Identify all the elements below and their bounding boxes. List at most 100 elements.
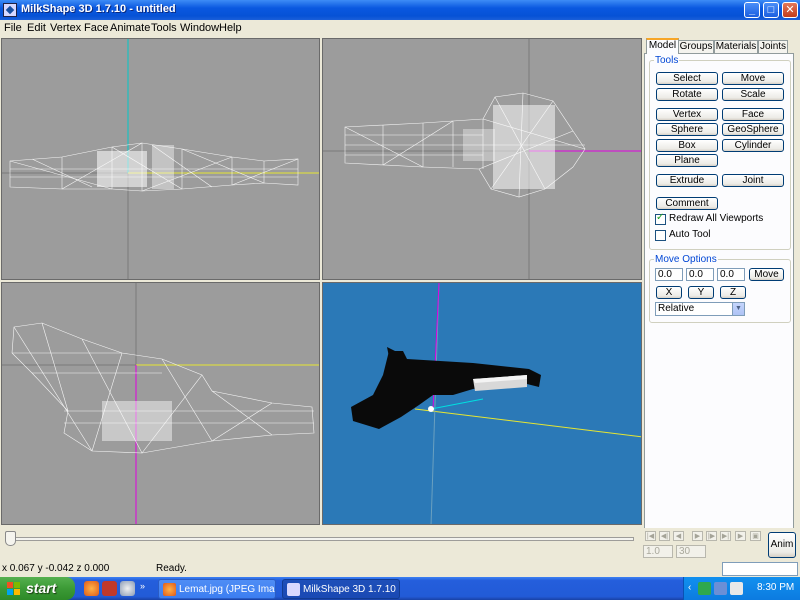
joint-button[interactable]: Joint bbox=[722, 174, 784, 187]
firefox-icon bbox=[163, 583, 176, 596]
front-view-wireframe bbox=[2, 39, 319, 279]
move-mode-value: Relative bbox=[658, 303, 695, 314]
quicklaunch-overflow-icon[interactable]: » bbox=[140, 581, 145, 591]
start-button[interactable]: start bbox=[0, 577, 75, 600]
move-x-field[interactable]: 0.0 bbox=[655, 268, 683, 281]
system-tray: ‹ 8:30 PM bbox=[683, 577, 800, 600]
viewport-top[interactable] bbox=[322, 38, 642, 280]
sphere-button[interactable]: Sphere bbox=[656, 123, 718, 136]
tab-model[interactable]: Model bbox=[646, 38, 679, 54]
window-title: MilkShape 3D 1.7.10 - untitled bbox=[21, 3, 176, 15]
prev-key-icon[interactable]: ◀| bbox=[659, 531, 670, 541]
vertex-button[interactable]: Vertex bbox=[656, 108, 718, 121]
auto-tool-label: Auto Tool bbox=[669, 229, 711, 240]
move-options-label: Move Options bbox=[654, 254, 718, 265]
frame-slider-track[interactable] bbox=[6, 537, 634, 541]
tab-joints[interactable]: Joints bbox=[758, 40, 788, 54]
top-view-wireframe bbox=[323, 39, 641, 279]
auto-tool-checkbox[interactable] bbox=[655, 230, 666, 241]
model-tab-body: Tools Select Move Rotate Scale Vertex Fa… bbox=[644, 53, 794, 543]
scale-button[interactable]: Scale bbox=[722, 88, 784, 101]
loop-icon[interactable]: ▣ bbox=[750, 531, 761, 541]
title-bar[interactable]: MilkShape 3D 1.7.10 - untitled _ □ ✕ bbox=[0, 0, 800, 20]
status-input-box[interactable] bbox=[722, 562, 798, 576]
viewport-side[interactable] bbox=[1, 282, 320, 525]
tools-group-label: Tools bbox=[654, 55, 680, 66]
frame-end-field[interactable]: 30 bbox=[676, 545, 706, 558]
volume-icon[interactable] bbox=[730, 582, 743, 595]
tray-icon-1[interactable] bbox=[698, 582, 711, 595]
clock[interactable]: 8:30 PM bbox=[757, 582, 794, 593]
menu-tools[interactable]: Tools bbox=[151, 22, 177, 34]
select-button[interactable]: Select bbox=[656, 72, 718, 85]
chevron-down-icon[interactable]: ▼ bbox=[732, 303, 744, 315]
cursor-coordinates: x 0.067 y -0.042 z 0.000 bbox=[2, 563, 110, 574]
move-z-field[interactable]: 0.0 bbox=[717, 268, 745, 281]
menu-animate[interactable]: Animate bbox=[110, 22, 150, 34]
face-button[interactable]: Face bbox=[722, 108, 784, 121]
menu-vertex[interactable]: Vertex bbox=[50, 22, 81, 34]
maximize-button[interactable]: □ bbox=[763, 2, 779, 18]
redraw-all-viewports-label: Redraw All Viewports bbox=[669, 213, 764, 224]
desktop: MilkShape 3D 1.7.10 - untitled _ □ ✕ Fil… bbox=[0, 0, 800, 600]
next-frame-icon[interactable]: ▶ bbox=[692, 531, 703, 541]
tray-expand-icon[interactable]: ‹ bbox=[688, 582, 691, 593]
prev-frame-icon[interactable]: ◀ bbox=[673, 531, 684, 541]
panel-tabs: Model Groups Materials Joints bbox=[644, 38, 798, 54]
media-quicklaunch-icon[interactable] bbox=[120, 581, 135, 596]
comment-button[interactable]: Comment bbox=[656, 197, 718, 210]
tab-materials[interactable]: Materials bbox=[714, 40, 758, 54]
viewport-front[interactable] bbox=[1, 38, 320, 280]
windows-flag-icon bbox=[7, 582, 20, 595]
plane-button[interactable]: Plane bbox=[656, 154, 718, 167]
status-bar: x 0.067 y -0.042 z 0.000 Ready. bbox=[0, 562, 800, 577]
move-apply-button[interactable]: Move bbox=[749, 268, 784, 281]
tray-icon-2[interactable] bbox=[714, 582, 727, 595]
app-quicklaunch-icon[interactable] bbox=[102, 581, 117, 596]
extrude-button[interactable]: Extrude bbox=[656, 174, 718, 187]
menu-window[interactable]: Window bbox=[180, 22, 219, 34]
animation-timeline: |◀ ◀| ◀ ▶ |▶ ▶| ▶ ▣ 1.0 30 Anim bbox=[0, 528, 800, 562]
last-frame-icon[interactable]: ▶| bbox=[720, 531, 731, 541]
frame-start-field[interactable]: 1.0 bbox=[643, 545, 673, 558]
status-message: Ready. bbox=[156, 563, 187, 574]
redraw-all-viewports-checkbox[interactable] bbox=[655, 212, 666, 225]
move-tool-button[interactable]: Move bbox=[722, 72, 784, 85]
first-frame-icon[interactable]: |◀ bbox=[645, 531, 656, 541]
revolver-model bbox=[351, 347, 541, 429]
rotate-button[interactable]: Rotate bbox=[656, 88, 718, 101]
task-label: Lemat.jpg (JPEG Ima... bbox=[179, 584, 276, 595]
side-view-wireframe bbox=[2, 283, 319, 524]
menu-file[interactable]: File bbox=[4, 22, 22, 34]
task-label: MilkShape 3D 1.7.10 ... bbox=[303, 584, 400, 595]
anim-button[interactable]: Anim bbox=[768, 532, 796, 558]
frame-slider-thumb[interactable] bbox=[5, 531, 16, 546]
menu-help[interactable]: Help bbox=[219, 22, 242, 34]
3d-view-model bbox=[351, 283, 641, 524]
task-lemat-jpg[interactable]: Lemat.jpg (JPEG Ima... bbox=[158, 579, 276, 599]
viewport-3d[interactable] bbox=[322, 282, 642, 525]
move-mode-select[interactable]: Relative ▼ bbox=[655, 302, 745, 316]
milkshape-icon bbox=[287, 583, 300, 596]
axis-z-button[interactable]: Z bbox=[720, 286, 746, 299]
geosphere-button[interactable]: GeoSphere bbox=[722, 123, 784, 136]
next-key-icon[interactable]: |▶ bbox=[706, 531, 717, 541]
move-y-field[interactable]: 0.0 bbox=[686, 268, 714, 281]
start-label: start bbox=[26, 580, 57, 596]
menu-bar: File Edit Vertex Face Animate Tools Wind… bbox=[0, 20, 800, 36]
box-button[interactable]: Box bbox=[656, 139, 718, 152]
cylinder-button[interactable]: Cylinder bbox=[722, 139, 784, 152]
play-icon[interactable]: ▶ bbox=[735, 531, 746, 541]
minimize-button[interactable]: _ bbox=[744, 2, 760, 18]
axis-y-button[interactable]: Y bbox=[688, 286, 714, 299]
firefox-quicklaunch-icon[interactable] bbox=[84, 581, 99, 596]
task-milkshape[interactable]: MilkShape 3D 1.7.10 ... bbox=[282, 579, 400, 599]
menu-face[interactable]: Face bbox=[84, 22, 108, 34]
axis-x-button[interactable]: X bbox=[656, 286, 682, 299]
tab-groups[interactable]: Groups bbox=[678, 40, 714, 54]
close-button[interactable]: ✕ bbox=[782, 2, 798, 18]
tool-panel: Model Groups Materials Joints Tools Sele… bbox=[644, 38, 798, 558]
milkshape-app-icon[interactable] bbox=[3, 3, 17, 17]
menu-edit[interactable]: Edit bbox=[27, 22, 46, 34]
taskbar: start » Lemat.jpg (JPEG Ima... MilkShape… bbox=[0, 577, 800, 600]
